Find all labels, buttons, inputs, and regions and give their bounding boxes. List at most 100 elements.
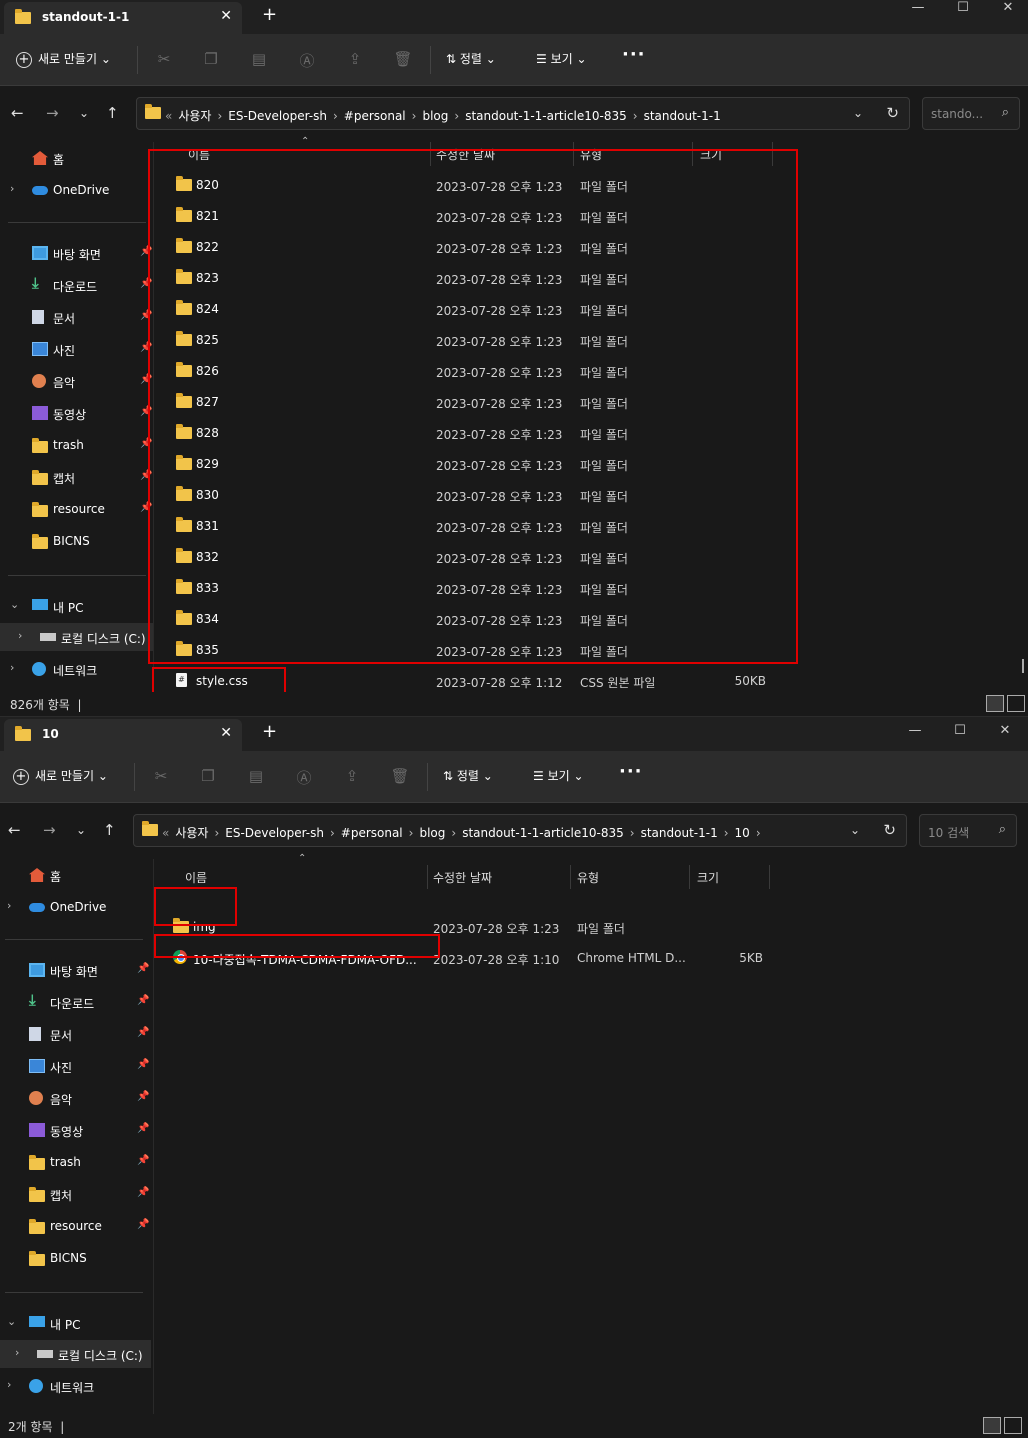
sidebar-item[interactable]: › 로컬 디스크 (C:) bbox=[0, 623, 154, 651]
sidebar-item[interactable]: trash 📌 bbox=[0, 1148, 151, 1176]
chevron-right-icon[interactable]: › bbox=[454, 109, 459, 123]
recent-locations-icon[interactable]: ⌄ bbox=[79, 106, 89, 120]
chevron-right-icon[interactable]: › bbox=[724, 826, 729, 840]
breadcrumb-segment[interactable]: standout-1-1 bbox=[644, 109, 721, 123]
cut-icon[interactable]: ✂ bbox=[154, 50, 174, 70]
sort-button[interactable]: ⇅ 정렬 ⌄ bbox=[443, 767, 493, 784]
sidebar-item[interactable]: › 네트워크 bbox=[0, 1372, 151, 1400]
chevron-right-icon[interactable]: › bbox=[451, 826, 456, 840]
breadcrumb-segment[interactable]: 10 bbox=[735, 826, 750, 840]
delete-icon[interactable]: 🗑 bbox=[390, 767, 410, 787]
chevron-right-icon[interactable]: › bbox=[333, 109, 338, 123]
sidebar-item[interactable]: 동영상 📌 bbox=[0, 399, 154, 427]
chevron-right-icon[interactable]: › bbox=[7, 899, 11, 912]
sidebar-item[interactable]: BICNS bbox=[0, 527, 154, 555]
breadcrumb-segment[interactable]: blog bbox=[422, 109, 448, 123]
chevron-right-icon[interactable]: › bbox=[10, 182, 14, 195]
back-arrow-icon[interactable]: ← bbox=[8, 821, 21, 839]
breadcrumb-segment[interactable]: #personal bbox=[344, 109, 406, 123]
maximize-button[interactable]: ☐ bbox=[943, 0, 983, 15]
details-view-icon[interactable] bbox=[986, 695, 1004, 712]
breadcrumb-segment[interactable]: standout-1-1-article10-835 bbox=[465, 109, 627, 123]
pin-icon[interactable]: 📌 bbox=[137, 1155, 149, 1166]
sidebar-item[interactable]: trash 📌 bbox=[0, 431, 154, 459]
sort-button[interactable]: ⇅ 정렬 ⌄ bbox=[446, 50, 496, 67]
view-button[interactable]: ☰ 보기 ⌄ bbox=[536, 50, 587, 67]
pin-icon[interactable]: 📌 bbox=[137, 1027, 149, 1038]
tab-standout[interactable]: standout-1-1 ✕ bbox=[4, 2, 242, 34]
tab-10[interactable]: 10 ✕ bbox=[4, 719, 242, 751]
breadcrumb-segment[interactable]: 사용자 bbox=[175, 826, 208, 840]
more-options-icon[interactable]: ··· bbox=[622, 44, 646, 65]
chevron-right-icon[interactable]: › bbox=[330, 826, 335, 840]
refresh-icon[interactable]: ↻ bbox=[886, 104, 899, 122]
close-tab-icon[interactable]: ✕ bbox=[220, 725, 232, 741]
tiles-view-icon[interactable] bbox=[1007, 695, 1025, 712]
rename-icon[interactable]: Ⓐ bbox=[294, 767, 314, 787]
sidebar-item[interactable]: 바탕 화면 📌 bbox=[0, 239, 154, 267]
chevron-right-icon[interactable]: › bbox=[15, 1346, 19, 1359]
chevron-down-icon[interactable]: ⌄ bbox=[850, 823, 860, 837]
recent-locations-icon[interactable]: ⌄ bbox=[76, 823, 86, 837]
close-window-button[interactable]: ✕ bbox=[985, 723, 1025, 738]
pin-icon[interactable]: 📌 bbox=[137, 963, 149, 974]
column-header-type[interactable]: 유형 bbox=[577, 869, 599, 886]
column-separator[interactable] bbox=[570, 865, 571, 889]
sidebar-item[interactable]: resource 📌 bbox=[0, 495, 154, 523]
pin-icon[interactable]: 📌 bbox=[137, 1091, 149, 1102]
sidebar-item[interactable]: 문서 📌 bbox=[0, 1020, 151, 1048]
copy-icon[interactable]: ❐ bbox=[201, 50, 221, 70]
maximize-button[interactable]: ☐ bbox=[940, 723, 980, 738]
chevron-right-icon[interactable]: › bbox=[10, 661, 14, 674]
column-separator[interactable] bbox=[689, 865, 690, 889]
column-header-size[interactable]: 크기 bbox=[697, 869, 719, 886]
pin-icon[interactable]: 📌 bbox=[137, 1059, 149, 1070]
sidebar-item[interactable]: › 네트워크 bbox=[0, 655, 154, 683]
chevron-down-icon[interactable]: ⌄ bbox=[10, 598, 19, 611]
breadcrumb-segment[interactable]: ES-Developer-sh bbox=[225, 826, 324, 840]
sidebar-item[interactable]: › OneDrive bbox=[0, 893, 151, 921]
sidebar-item[interactable]: 동영상 📌 bbox=[0, 1116, 151, 1144]
sidebar-item[interactable]: 사진 📌 bbox=[0, 335, 154, 363]
breadcrumb-segment[interactable]: standout-1-1-article10-835 bbox=[462, 826, 624, 840]
forward-arrow-icon[interactable]: → bbox=[43, 821, 56, 839]
sidebar-item[interactable]: › OneDrive bbox=[0, 176, 154, 204]
chevron-right-icon[interactable]: › bbox=[412, 109, 417, 123]
sidebar-item[interactable]: ⤓ 다운로드 📌 bbox=[0, 988, 151, 1016]
close-window-button[interactable]: ✕ bbox=[988, 0, 1028, 15]
share-icon[interactable]: ⇪ bbox=[342, 767, 362, 787]
column-separator[interactable] bbox=[427, 865, 428, 889]
sidebar-item[interactable]: 음악 📌 bbox=[0, 1084, 151, 1112]
sidebar-item[interactable]: ⌄ 내 PC bbox=[0, 1309, 151, 1337]
new-tab-button[interactable]: + bbox=[262, 721, 277, 742]
back-arrow-icon[interactable]: ← bbox=[11, 104, 24, 122]
search-box[interactable]: stando... ⌕ bbox=[922, 97, 1020, 130]
more-options-icon[interactable]: ··· bbox=[619, 761, 643, 782]
breadcrumb-segment[interactable]: 사용자 bbox=[178, 109, 211, 123]
delete-icon[interactable]: 🗑 bbox=[393, 50, 413, 70]
pin-icon[interactable]: 📌 bbox=[137, 1219, 149, 1230]
column-separator[interactable] bbox=[769, 865, 770, 889]
tiles-view-icon[interactable] bbox=[1004, 1417, 1022, 1434]
chevron-right-icon[interactable]: › bbox=[409, 826, 414, 840]
sidebar-item[interactable]: 바탕 화면 📌 bbox=[0, 956, 151, 984]
breadcrumb-segment[interactable]: ES-Developer-sh bbox=[228, 109, 327, 123]
sidebar-item[interactable]: 홈 bbox=[0, 144, 154, 172]
pin-icon[interactable]: 📌 bbox=[137, 995, 149, 1006]
sidebar-item[interactable]: ⤓ 다운로드 📌 bbox=[0, 271, 154, 299]
chevron-right-icon[interactable]: › bbox=[630, 826, 635, 840]
chevron-right-icon[interactable]: › bbox=[7, 1378, 11, 1391]
chevron-right-icon[interactable]: › bbox=[18, 629, 22, 642]
rename-icon[interactable]: Ⓐ bbox=[297, 50, 317, 70]
breadcrumb-segment[interactable]: blog bbox=[419, 826, 445, 840]
details-view-icon[interactable] bbox=[983, 1417, 1001, 1434]
copy-icon[interactable]: ❐ bbox=[198, 767, 218, 787]
scrollbar[interactable] bbox=[1022, 659, 1024, 673]
share-icon[interactable]: ⇪ bbox=[345, 50, 365, 70]
sidebar-item[interactable]: resource 📌 bbox=[0, 1212, 151, 1240]
sidebar-item[interactable]: 음악 📌 bbox=[0, 367, 154, 395]
up-arrow-icon[interactable]: ↑ bbox=[106, 104, 119, 122]
minimize-button[interactable]: — bbox=[898, 0, 938, 15]
breadcrumb-segment[interactable]: #personal bbox=[341, 826, 403, 840]
close-tab-icon[interactable]: ✕ bbox=[220, 8, 232, 24]
